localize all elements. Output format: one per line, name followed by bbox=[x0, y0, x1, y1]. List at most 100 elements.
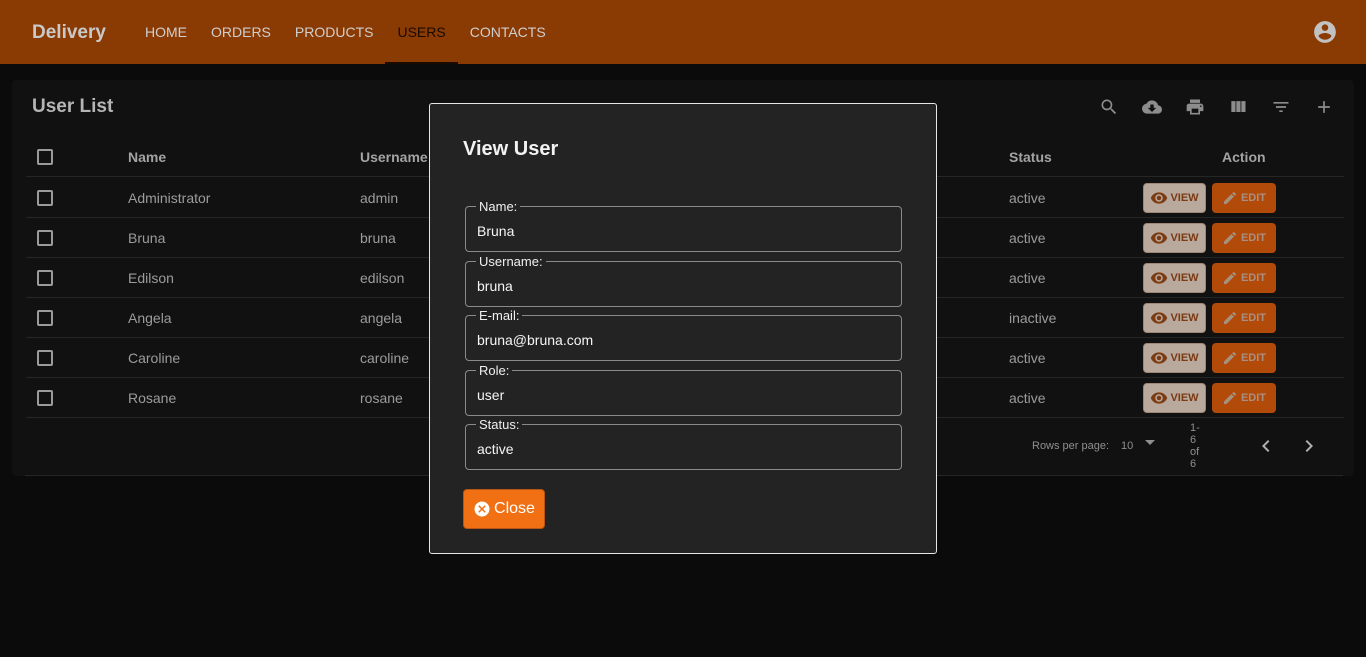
cell-status: active bbox=[1009, 189, 1046, 206]
cell-username: admin bbox=[360, 189, 399, 206]
view-button-label: VIEW bbox=[1170, 352, 1199, 364]
brand-title[interactable]: Delivery bbox=[32, 22, 106, 44]
pagination: Rows per page: 10 1-6 of 6 bbox=[1032, 422, 1313, 470]
nav-item-orders[interactable]: ORDERS bbox=[199, 0, 283, 64]
field-value[interactable]: user bbox=[477, 387, 504, 403]
eye-icon bbox=[1151, 232, 1168, 244]
column-header-action: Action bbox=[1222, 149, 1266, 165]
row-actions: VIEW EDIT bbox=[1143, 263, 1276, 293]
nav-item-home[interactable]: HOME bbox=[133, 0, 199, 64]
view-user-dialog: View User Name: Bruna Username: bruna E-mail… bbox=[429, 103, 937, 554]
view-button[interactable]: VIEW bbox=[1143, 303, 1206, 333]
field-label: Role: bbox=[476, 362, 513, 379]
cloud-download-icon[interactable] bbox=[1130, 94, 1173, 120]
cell-status: active bbox=[1009, 229, 1046, 246]
account-circle-icon[interactable] bbox=[1312, 19, 1338, 45]
caret-down-icon[interactable] bbox=[1145, 440, 1155, 445]
row-checkbox[interactable] bbox=[37, 309, 53, 326]
eye-icon bbox=[1151, 192, 1168, 204]
field-role: Role: user bbox=[465, 362, 902, 416]
print-icon[interactable] bbox=[1173, 94, 1216, 120]
search-icon[interactable] bbox=[1087, 94, 1130, 120]
cell-name: Rosane bbox=[128, 389, 177, 406]
pencil-icon bbox=[1223, 311, 1236, 324]
field-name: Name: Bruna bbox=[465, 199, 902, 252]
row-checkbox[interactable] bbox=[37, 189, 53, 206]
close-button[interactable]: Close bbox=[463, 489, 545, 529]
view-button-label: VIEW bbox=[1170, 312, 1199, 324]
field-value[interactable]: Bruna bbox=[477, 223, 514, 239]
edit-button[interactable]: EDIT bbox=[1212, 383, 1276, 413]
view-button[interactable]: VIEW bbox=[1143, 263, 1206, 293]
view-button-label: VIEW bbox=[1170, 192, 1199, 204]
field-label: Name: bbox=[476, 199, 521, 215]
field-value[interactable]: bruna@bruna.com bbox=[477, 332, 593, 348]
rows-per-page-label: Rows per page: bbox=[1032, 440, 1110, 452]
select-all-checkbox[interactable] bbox=[37, 149, 53, 165]
column-header-username[interactable]: Username bbox=[360, 149, 428, 165]
row-checkbox[interactable] bbox=[37, 389, 53, 406]
pagination-range: 1-6 of 6 bbox=[1190, 422, 1200, 470]
row-checkbox[interactable] bbox=[37, 269, 53, 286]
row-actions: VIEW EDIT bbox=[1143, 343, 1276, 373]
pencil-icon bbox=[1223, 231, 1236, 244]
edit-button-label: EDIT bbox=[1240, 392, 1267, 404]
app-bar: Delivery HOME ORDERS PRODUCTS USERS CONTACTS bbox=[0, 0, 1366, 64]
field-label: Status: bbox=[476, 417, 523, 433]
cell-name: Edilson bbox=[128, 269, 174, 286]
pencil-icon bbox=[1223, 391, 1236, 404]
row-actions: VIEW EDIT bbox=[1143, 183, 1276, 213]
view-button-label: VIEW bbox=[1170, 392, 1199, 404]
edit-button-label: EDIT bbox=[1240, 312, 1267, 324]
field-value[interactable]: active bbox=[477, 441, 514, 457]
edit-button[interactable]: EDIT bbox=[1212, 343, 1276, 373]
close-button-label: Close bbox=[494, 500, 535, 517]
eye-icon bbox=[1151, 272, 1168, 284]
cell-username: edilson bbox=[360, 269, 405, 286]
cell-name: Bruna bbox=[128, 229, 166, 246]
field-label: Username: bbox=[476, 253, 546, 270]
field-value[interactable]: bruna bbox=[477, 278, 513, 294]
eye-icon bbox=[1151, 392, 1168, 404]
edit-button-label: EDIT bbox=[1240, 272, 1267, 284]
view-button[interactable]: VIEW bbox=[1143, 343, 1206, 373]
add-icon[interactable] bbox=[1302, 94, 1345, 120]
view-button-label: VIEW bbox=[1170, 232, 1199, 244]
table-toolbar bbox=[1087, 94, 1345, 120]
edit-button-label: EDIT bbox=[1240, 192, 1267, 204]
edit-button-label: EDIT bbox=[1240, 232, 1267, 244]
eye-icon bbox=[1151, 352, 1168, 364]
row-checkbox[interactable] bbox=[37, 229, 53, 246]
cell-status: active bbox=[1009, 269, 1046, 286]
cell-name: Angela bbox=[128, 309, 172, 326]
edit-button-label: EDIT bbox=[1240, 352, 1267, 364]
cell-username: caroline bbox=[360, 349, 410, 366]
column-header-name[interactable]: Name bbox=[128, 149, 166, 165]
cancel-icon bbox=[474, 501, 490, 517]
chevron-left-icon[interactable] bbox=[1254, 434, 1278, 458]
row-checkbox[interactable] bbox=[37, 349, 53, 366]
view-column-icon[interactable] bbox=[1216, 94, 1259, 120]
view-button-label: VIEW bbox=[1170, 272, 1199, 284]
edit-button[interactable]: EDIT bbox=[1212, 223, 1276, 253]
cell-username: bruna bbox=[360, 229, 396, 246]
edit-button[interactable]: EDIT bbox=[1212, 263, 1276, 293]
nav-item-products[interactable]: PRODUCTS bbox=[283, 0, 386, 64]
cell-status: active bbox=[1009, 349, 1046, 366]
column-header-status[interactable]: Status bbox=[1009, 149, 1052, 165]
edit-button[interactable]: EDIT bbox=[1212, 303, 1276, 333]
view-button[interactable]: VIEW bbox=[1143, 383, 1206, 413]
rows-per-page-select[interactable]: 10 bbox=[1121, 440, 1133, 452]
nav-item-users[interactable]: USERS bbox=[385, 0, 458, 64]
field-email: E-mail: bruna@bruna.com bbox=[465, 308, 902, 361]
nav-item-contacts[interactable]: CONTACTS bbox=[458, 0, 558, 64]
chevron-right-icon[interactable] bbox=[1297, 434, 1321, 458]
pencil-icon bbox=[1223, 351, 1236, 364]
page-title: User List bbox=[32, 96, 114, 117]
view-button[interactable]: VIEW bbox=[1143, 223, 1206, 253]
pencil-icon bbox=[1223, 191, 1236, 204]
edit-button[interactable]: EDIT bbox=[1212, 183, 1276, 213]
view-button[interactable]: VIEW bbox=[1143, 183, 1206, 213]
row-actions: VIEW EDIT bbox=[1143, 383, 1276, 413]
filter-icon[interactable] bbox=[1259, 94, 1302, 120]
